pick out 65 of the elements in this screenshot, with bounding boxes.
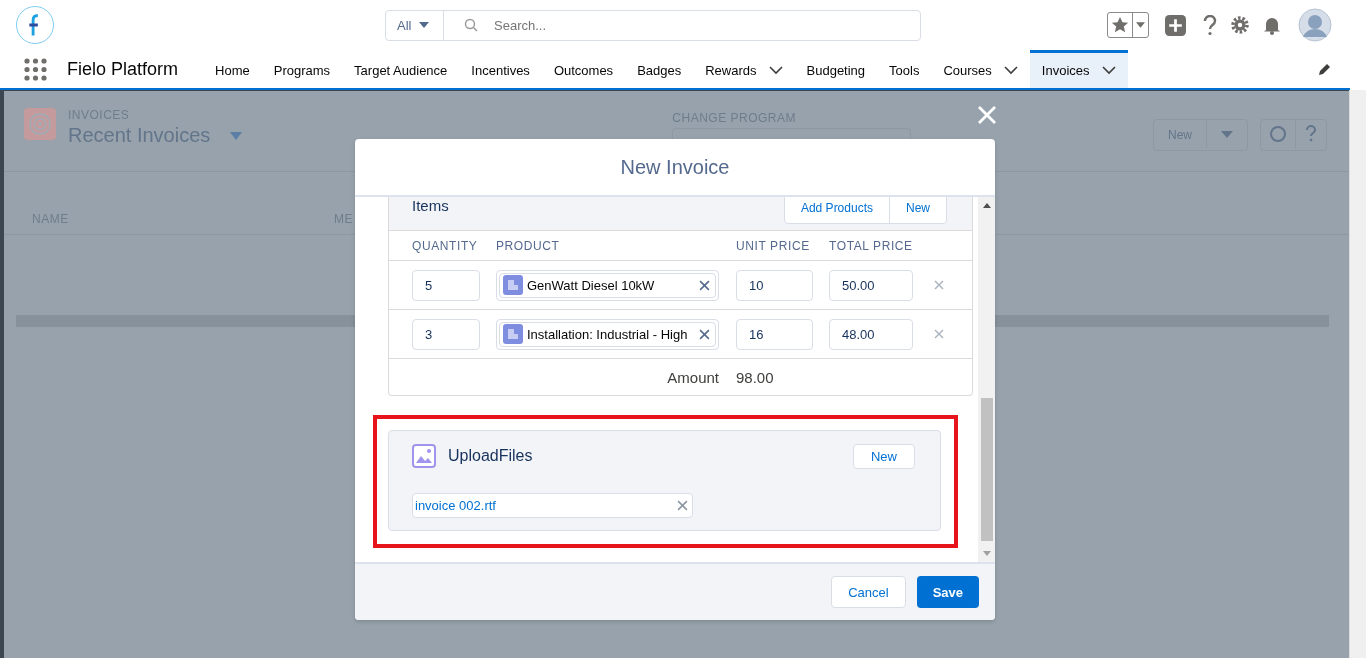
cancel-button[interactable]: Cancel [831,576,906,608]
notifications-icon[interactable] [1262,15,1282,35]
caret-icon [419,22,430,28]
file-name[interactable]: invoice 002.rtf [415,498,496,513]
chevron-down-icon[interactable] [1101,66,1116,75]
nav-tab[interactable]: Badges [625,50,694,88]
modal-title: New Invoice [620,155,730,179]
nav-tab[interactable]: Target Audience [342,50,460,88]
total-price-field[interactable]: 50.00 [829,269,913,301]
target-icon [24,108,56,140]
save-button[interactable]: Save [916,576,979,608]
column-header: TOTAL PRICE [829,238,913,253]
search-scope-dropdown[interactable]: All [386,10,444,40]
favorites-button[interactable] [1107,12,1149,38]
column-header: PRODUCT [496,238,561,253]
nav-tab[interactable]: Rewards [693,50,795,88]
chevron-down-icon[interactable] [1003,66,1018,75]
column-header: QUANTITY [412,238,479,253]
nav-tab[interactable]: Invoices [1029,50,1128,88]
upload-files-title: UploadFiles [448,447,533,465]
product-icon [503,275,523,295]
nav-tab[interactable]: Courses [931,50,1030,88]
quantity-field[interactable]: 5 [412,269,480,301]
amount-label: Amount [666,368,719,386]
avatar-icon[interactable] [1298,8,1332,42]
scroll-up-icon[interactable] [982,203,991,208]
product-field[interactable]: Installation: Industrial - High [496,318,719,350]
page-scrollbar[interactable] [1349,90,1366,658]
caret-icon [1136,22,1145,28]
new-button[interactable]: New [889,197,946,223]
remove-icon[interactable] [677,500,688,511]
remove-icon[interactable] [699,279,710,291]
app-name: Fielo Platform [67,58,179,80]
add-products-button[interactable]: Add Products [784,197,889,223]
product-field[interactable]: GenWatt Diesel 10kW [496,269,719,301]
plus-icon[interactable] [1165,14,1186,36]
nav-tab[interactable]: Incentives [459,50,542,88]
new-button[interactable]: New [853,443,915,469]
file-pill[interactable]: invoice 002.rtf [412,493,693,518]
total-price-field[interactable]: 48.00 [829,318,913,350]
nav-tab[interactable]: Budgeting [794,50,878,88]
search-icon [464,18,478,32]
items-title: Items [412,197,449,214]
product-name: Installation: Industrial - High [527,326,689,342]
amount-value: 98.00 [736,368,774,386]
chevron-down-icon[interactable] [768,66,783,75]
nav-tab[interactable]: Home [203,50,262,88]
unit-price-field[interactable]: 10 [736,269,813,301]
settings-icon[interactable] [1230,15,1250,35]
app-launcher-icon[interactable] [24,57,47,81]
modal-scrollbar[interactable] [978,197,995,562]
remove-icon[interactable] [699,328,710,340]
edit-icon[interactable] [1317,61,1332,77]
nav-tab[interactable]: Programs [261,50,343,88]
quantity-field[interactable]: 3 [412,318,480,350]
nav-tab[interactable]: Tools [877,50,932,88]
help-icon[interactable] [1202,14,1218,36]
product-name: GenWatt Diesel 10kW [527,277,656,293]
close-icon[interactable] [977,105,997,125]
unit-price-field[interactable]: 16 [736,318,813,350]
product-icon [503,324,523,344]
column-header: UNIT PRICE [736,238,811,253]
search-box[interactable]: All Search... [385,9,921,41]
nav-tab[interactable]: Outcomes [541,50,626,88]
image-icon [412,444,436,468]
